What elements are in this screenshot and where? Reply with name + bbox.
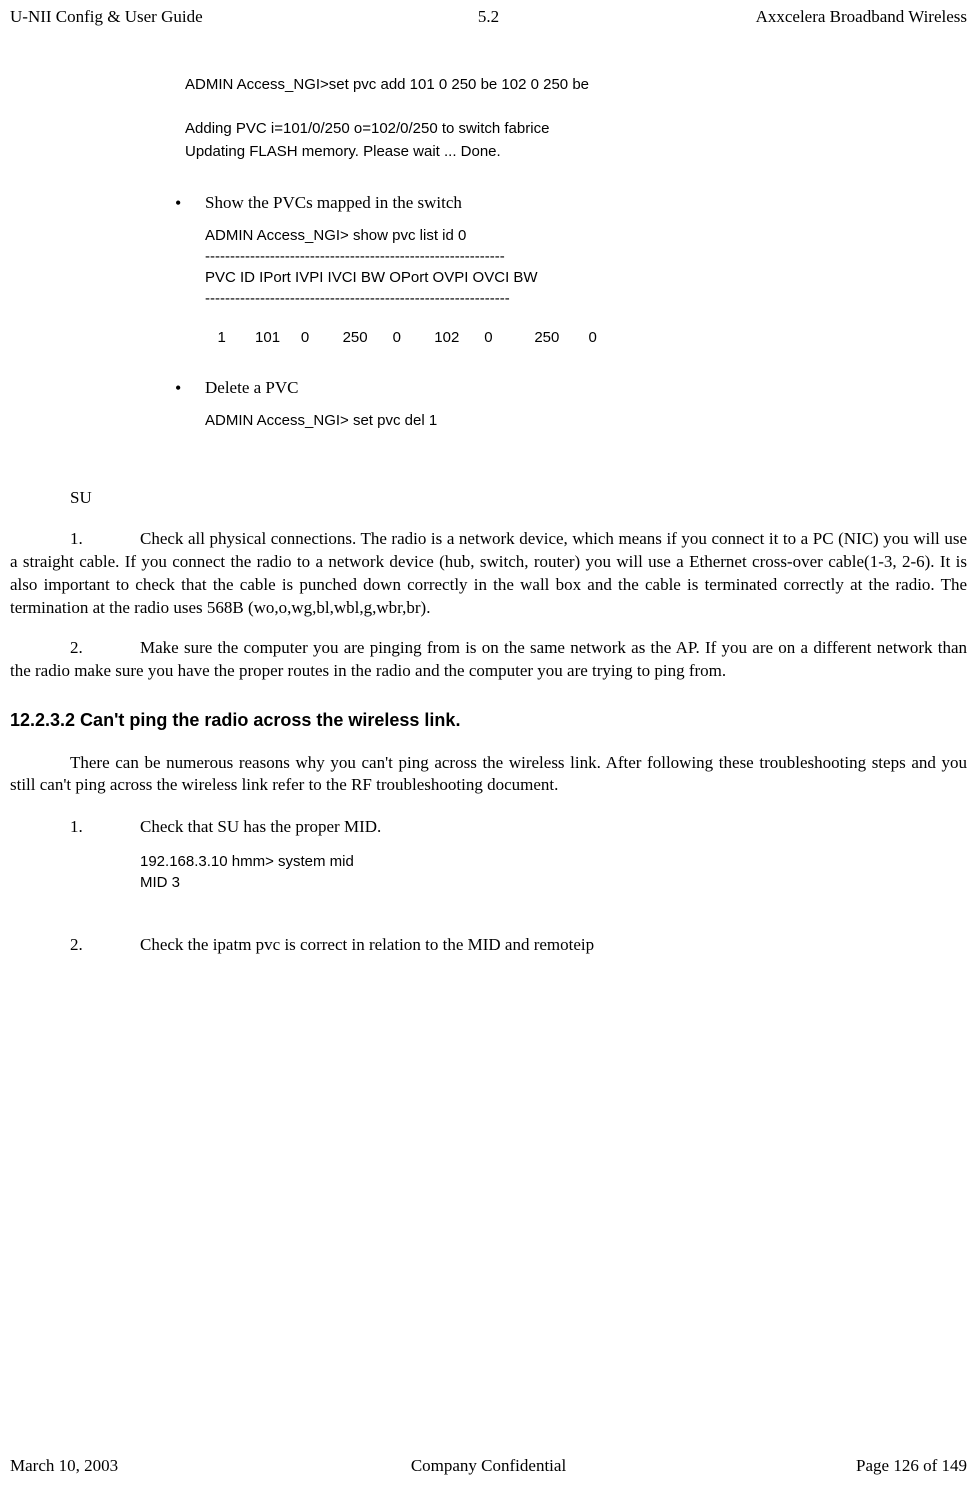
code-line: ----------------------------------------… [205,288,967,309]
footer-center: Company Confidential [329,1454,648,1478]
code-line: PVC ID IPort IVPI IVCI BW OPort OVPI OVC… [205,267,967,288]
code-line: 192.168.3.10 hmm> system mid [140,851,967,872]
step-text: Check the ipatm pvc is correct in relati… [140,935,594,954]
code-line: Adding PVC i=101/0/250 o=102/0/250 to sw… [185,118,967,141]
su-heading: SU [70,486,967,510]
intro-text: There can be numerous reasons why you ca… [10,753,967,795]
code-block-1: ADMIN Access_NGI>set pvc add 101 0 250 b… [185,74,967,164]
step-text: Make sure the computer you are pinging f… [10,638,967,680]
header-center: 5.2 [329,5,648,29]
section-intro: There can be numerous reasons why you ca… [10,752,967,798]
su-step-2: 2.Make sure the computer you are pinging… [10,637,967,683]
bullet1-code: ADMIN Access_NGI> show pvc list id 0 ---… [205,225,967,309]
code-line: Updating FLASH memory. Please wait ... D… [185,141,967,164]
footer-right: Page 126 of 149 [648,1454,967,1478]
code-line: ADMIN Access_NGI> show pvc list id 0 [205,225,967,246]
code-line: MID 3 [140,872,967,893]
page-content: ADMIN Access_NGI>set pvc add 101 0 250 b… [10,34,967,957]
bullet-text: Delete a PVC [205,378,298,397]
header-right: Axxcelera Broadband Wireless [648,5,967,29]
code-line: ADMIN Access_NGI> set pvc del 1 [205,410,967,431]
table-data-row: 1 101 0 250 0 102 0 250 0 [205,327,967,348]
step-number: 2. [70,637,140,660]
code-line: ----------------------------------------… [205,246,967,267]
section-step-1: 1.Check that SU has the proper MID. [70,815,967,839]
page-header: U-NII Config & User Guide 5.2 Axxcelera … [10,0,967,34]
bullet-delete-pvc: Delete a PVC [165,376,967,400]
bullet2-code: ADMIN Access_NGI> set pvc del 1 [205,410,967,431]
step-text: Check that SU has the proper MID. [140,817,381,836]
bullet-show-pvcs: Show the PVCs mapped in the switch [165,191,967,215]
step-text: Check all physical connections. The radi… [10,529,967,617]
code-line: ADMIN Access_NGI>set pvc add 101 0 250 b… [185,74,967,97]
step-number: 1. [70,815,140,839]
section-heading-12-2-3-2: 12.2.3.2 Can't ping the radio across the… [10,708,967,733]
bullet-text: Show the PVCs mapped in the switch [205,193,462,212]
step-number: 2. [70,933,140,957]
su-step-1: 1.Check all physical connections. The ra… [10,528,967,620]
header-left: U-NII Config & User Guide [10,5,329,29]
footer-left: March 10, 2003 [10,1454,329,1478]
section-step-2: 2.Check the ipatm pvc is correct in rela… [70,933,967,957]
step-number: 1. [70,528,140,551]
page-footer: March 10, 2003 Company Confidential Page… [10,1454,967,1478]
step1-code: 192.168.3.10 hmm> system mid MID 3 [140,851,967,893]
